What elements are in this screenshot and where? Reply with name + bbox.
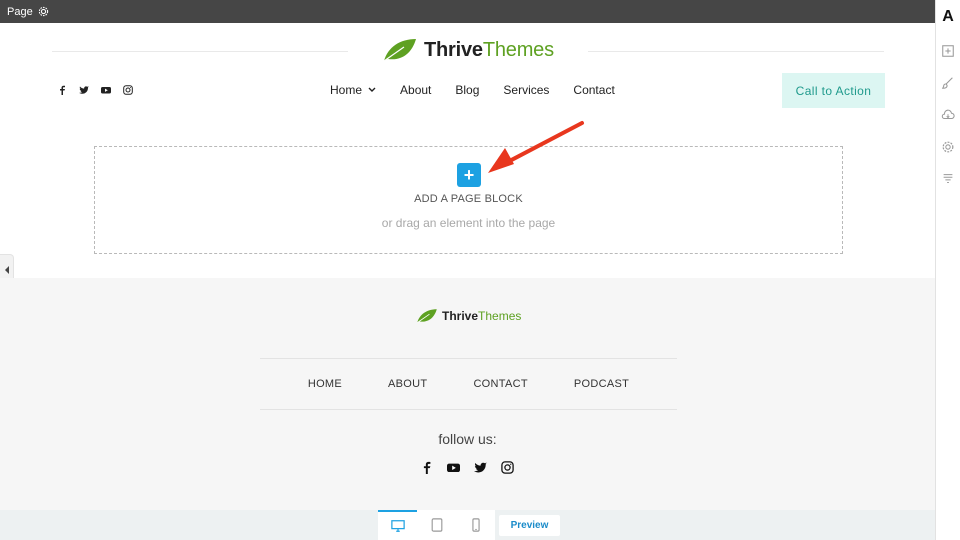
instagram-icon[interactable] (123, 85, 133, 95)
footer-divider (260, 358, 677, 359)
add-page-block-zone[interactable]: + ADD A PAGE BLOCK or drag an element in… (94, 146, 843, 254)
device-switcher (378, 510, 495, 540)
nav-item-contact[interactable]: Contact (573, 83, 614, 97)
add-block-subtitle: or drag an element into the page (381, 216, 556, 230)
footer-nav-contact[interactable]: CONTACT (473, 378, 527, 390)
facebook-icon[interactable] (420, 461, 433, 474)
site-footer: ThriveThemes HOME ABOUT CONTACT PODCAST … (0, 278, 935, 510)
gear-icon[interactable] (941, 140, 955, 154)
footer-nav: HOME ABOUT CONTACT PODCAST (260, 378, 677, 390)
follow-us-label: follow us: (438, 431, 497, 447)
nav-item-home[interactable]: Home (330, 83, 376, 97)
twitter-icon[interactable] (474, 461, 487, 474)
leaf-icon (383, 39, 416, 62)
main-nav: Home About Blog Services Contact (330, 83, 615, 97)
header-social (57, 85, 133, 95)
youtube-icon[interactable] (447, 461, 460, 474)
desktop-view-button[interactable] (378, 510, 417, 540)
tablet-icon (431, 518, 442, 532)
footer-divider (260, 409, 677, 410)
footer-nav-home[interactable]: HOME (308, 378, 342, 390)
footer-brand-accent: Themes (478, 309, 522, 323)
footer-logo[interactable]: ThriveThemes (416, 308, 521, 324)
brand-main: Thrive (424, 38, 483, 61)
editor-logo: A (942, 8, 954, 25)
facebook-icon[interactable] (57, 85, 67, 95)
desktop-icon (390, 520, 405, 532)
footer-brand-main: Thrive (442, 309, 479, 323)
tablet-view-button[interactable] (417, 510, 456, 540)
cloud-icon[interactable] (941, 108, 955, 122)
device-toolbar: Preview (0, 510, 935, 540)
add-block-title: ADD A PAGE BLOCK (414, 193, 523, 205)
gear-icon[interactable] (38, 6, 49, 17)
brand-accent: Themes (482, 38, 554, 61)
leaf-icon (416, 309, 437, 324)
nav-label: Home (330, 83, 363, 97)
mobile-view-button[interactable] (456, 510, 495, 540)
preview-button[interactable]: Preview (499, 515, 560, 536)
chevron-left-icon (4, 265, 9, 274)
arrow-annotation-icon (488, 121, 584, 173)
footer-nav-about[interactable]: ABOUT (388, 378, 427, 390)
nav-item-services[interactable]: Services (503, 83, 549, 97)
page-label[interactable]: Page (7, 6, 33, 18)
footer-social (420, 461, 514, 474)
brush-icon[interactable] (941, 76, 955, 90)
footer-nav-podcast[interactable]: PODCAST (574, 378, 629, 390)
mobile-icon (471, 518, 480, 532)
right-sidebar: A (935, 0, 960, 540)
add-element-icon[interactable] (941, 44, 955, 58)
call-to-action-button[interactable]: Call to Action (782, 73, 885, 108)
youtube-icon[interactable] (101, 85, 111, 95)
header-divider-left (52, 51, 348, 52)
site-header: ThriveThemes Home About Blog Services Co… (0, 23, 935, 123)
twitter-icon[interactable] (79, 85, 89, 95)
header-divider-right (588, 51, 884, 52)
editor-topbar: Page (0, 0, 935, 23)
nav-item-about[interactable]: About (400, 83, 431, 97)
chevron-down-icon (368, 87, 376, 92)
instagram-icon[interactable] (501, 461, 514, 474)
custom-icon[interactable] (941, 172, 955, 186)
nav-item-blog[interactable]: Blog (455, 83, 479, 97)
site-logo[interactable]: ThriveThemes (382, 37, 554, 63)
